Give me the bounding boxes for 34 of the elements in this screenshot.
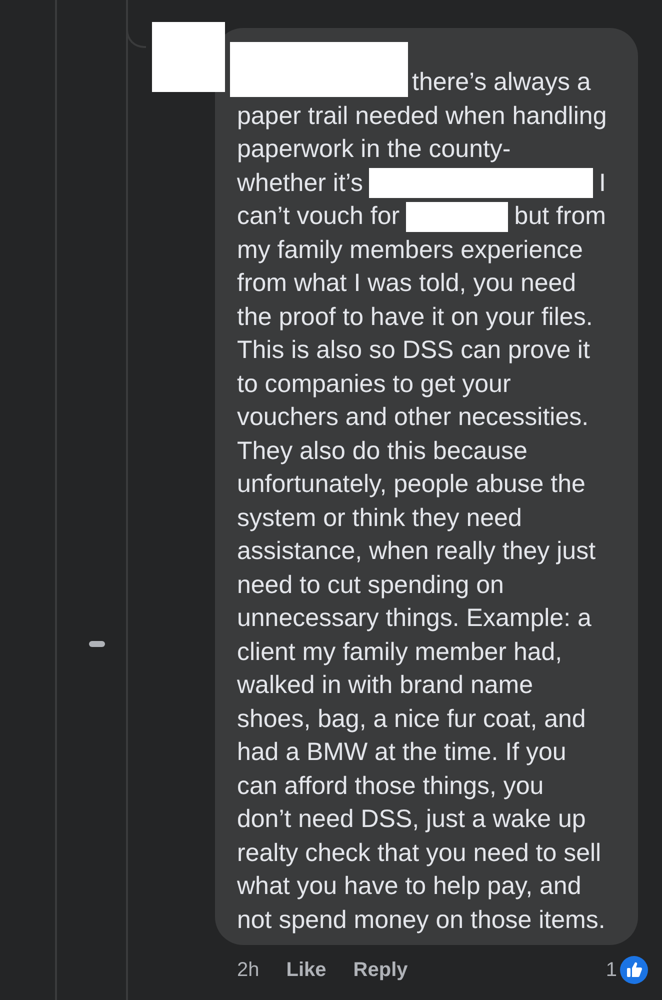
- comment-time: 2h: [237, 958, 260, 983]
- comment-text: realty check that you need to sell: [237, 838, 602, 868]
- comment-text: assistance, when really they just: [237, 536, 596, 567]
- comment-text: there’s always a: [412, 67, 591, 98]
- comment-text: not spend money on those items.: [237, 904, 606, 936]
- comment-text: paper trail needed when handling: [237, 100, 607, 132]
- comment-text: client my family member had,: [237, 636, 562, 668]
- comment-text: had a BMW at the time. If you: [237, 737, 566, 768]
- comment-text: can afford those things, you: [237, 770, 544, 802]
- comment-text: unfortunately, people abuse the: [237, 469, 586, 500]
- comment-text: whether it’s: [237, 168, 363, 198]
- thumbs-up-icon: [620, 956, 648, 984]
- comment-text: system or think they need: [237, 502, 522, 534]
- comment-text: my family members experience: [237, 234, 583, 266]
- comment-text: the proof to have it on your files.: [237, 302, 593, 332]
- comment-text: need to cut spending on: [237, 570, 504, 600]
- comment-text: unnecessary things. Example: a: [237, 603, 592, 634]
- comment-text: walked in with brand name: [237, 670, 533, 701]
- comment-text: This is also so DSS can prove it: [237, 335, 590, 366]
- comment-text: don’t need DSS, just a wake up: [237, 804, 586, 835]
- comment-text: They also do this because: [237, 436, 528, 466]
- comment-action-link[interactable]: Like: [286, 955, 326, 985]
- comment-text: from what I was told, you need: [237, 268, 576, 299]
- comment-text: vouchers and other necessities.: [237, 402, 589, 433]
- comment-action-link[interactable]: Reply: [353, 955, 408, 985]
- comment-text: but from: [514, 201, 606, 232]
- comment-text: can’t vouch for: [237, 201, 400, 232]
- comment-text: to companies to get your: [237, 368, 511, 400]
- reaction-count: 1: [606, 958, 617, 983]
- drag-handle-icon: [89, 641, 105, 647]
- comment-text: shoes, bag, a nice fur coat, and: [237, 704, 586, 734]
- comment-text: I: [599, 168, 606, 198]
- comment-text: paperwork in the county-: [237, 134, 511, 165]
- comment-text: what you have to help pay, and: [237, 871, 582, 902]
